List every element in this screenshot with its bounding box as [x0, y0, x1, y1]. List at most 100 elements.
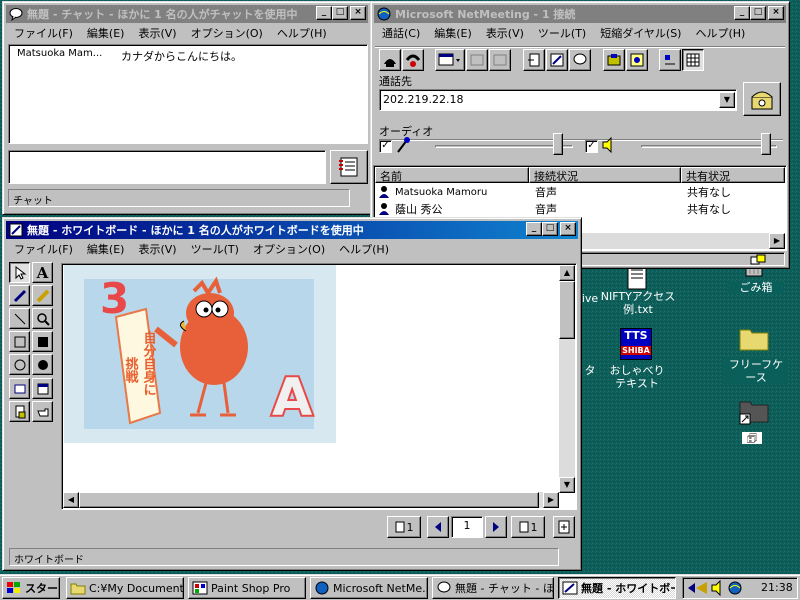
minimize-button[interactable]: _	[316, 6, 332, 20]
whiteboard-window[interactable]: 無題 - ホワイトボード - ほかに 1 名の人がホワイトボードを使用中 _ □…	[2, 217, 582, 571]
next-page-button[interactable]	[485, 516, 507, 538]
netmeeting-tray-icon[interactable]	[727, 580, 743, 596]
menu-call[interactable]: 通話(C)	[375, 25, 427, 41]
scroll-up-button[interactable]: ▲	[559, 265, 575, 281]
close-button[interactable]: ×	[560, 222, 576, 236]
table-row[interactable]: Matsuoka Mamoru 音声 共有なし	[375, 184, 785, 200]
maximize-button[interactable]: □	[332, 6, 348, 20]
chat-titlebar[interactable]: 無題 - チャット - ほかに 1 名の人がチャットを使用中	[6, 5, 368, 23]
menu-help[interactable]: ヘルプ(H)	[688, 25, 752, 41]
stop-share-button[interactable]	[489, 49, 511, 71]
chat-history[interactable]: Matsuoka Mam... カナダからこんにちは。	[8, 44, 368, 144]
select-window-tool[interactable]	[32, 378, 53, 399]
taskbar-item-chat[interactable]: 無題 - チャット - ほ...	[432, 577, 554, 599]
menu-help[interactable]: ヘルプ(H)	[332, 241, 396, 257]
close-button[interactable]: ×	[768, 6, 784, 20]
filled-rectangle-tool[interactable]	[32, 331, 53, 352]
whiteboard-button[interactable]	[546, 49, 568, 71]
pasted-drawing[interactable]: 3 自分自身に 挑戦 A	[64, 265, 336, 443]
desktop-icon-label[interactable]: ive	[580, 292, 600, 305]
horizontal-scrollbar[interactable]: ◀ ▶	[63, 492, 559, 508]
menu-tools[interactable]: ツール(T)	[184, 241, 246, 257]
zoom-tool[interactable]	[32, 308, 53, 329]
place-call-button[interactable]	[743, 82, 781, 116]
directory-button[interactable]	[603, 49, 625, 71]
desktop-icon-label[interactable]: 🗊	[742, 432, 762, 445]
first-page-button[interactable]: 1	[387, 516, 421, 538]
menu-help[interactable]: ヘルプ(H)	[270, 25, 334, 41]
minimize-button[interactable]: _	[526, 222, 542, 236]
menu-file[interactable]: ファイル(F)	[7, 25, 80, 41]
ellipse-tool[interactable]	[9, 354, 30, 375]
share-button[interactable]	[435, 49, 465, 71]
send-button[interactable]	[330, 150, 368, 184]
details-button[interactable]	[682, 49, 704, 71]
lock-contents-tool[interactable]	[9, 401, 30, 422]
column-header-share[interactable]: 共有状況	[681, 167, 785, 183]
close-button[interactable]: ×	[350, 6, 366, 20]
chat-button[interactable]	[569, 49, 591, 71]
menu-view[interactable]: 表示(V)	[131, 25, 183, 41]
scroll-right-button[interactable]: ▶	[543, 492, 559, 508]
volume-tray-icon[interactable]	[711, 580, 725, 596]
filled-ellipse-tool[interactable]	[32, 354, 53, 375]
maximize-button[interactable]: □	[750, 6, 766, 20]
select-tool[interactable]	[9, 262, 30, 283]
dropdown-button[interactable]: ▼	[719, 92, 735, 108]
desktop-icon-label[interactable]: タ	[580, 364, 600, 377]
highlighter-tool[interactable]	[32, 285, 53, 306]
rectangle-tool[interactable]	[9, 331, 30, 352]
maximize-button[interactable]: □	[542, 222, 558, 236]
scroll-left-button[interactable]: ◀	[63, 492, 79, 508]
menu-view[interactable]: 表示(V)	[479, 25, 531, 41]
page-number-input[interactable]: 1	[451, 516, 483, 538]
menu-edit[interactable]: 編集(E)	[80, 25, 132, 41]
mic-volume-slider[interactable]	[553, 133, 564, 155]
scroll-thumb[interactable]	[559, 281, 575, 339]
folder-shortcut-icon[interactable]	[738, 398, 770, 428]
column-header-status[interactable]: 接続状況	[529, 167, 681, 183]
line-tool[interactable]	[9, 308, 30, 329]
desktop-icon-label[interactable]: おしゃべりテキスト	[608, 364, 666, 390]
menu-options[interactable]: オプション(O)	[246, 241, 332, 257]
minimize-button[interactable]: _	[734, 6, 750, 20]
pen-tool[interactable]	[9, 285, 30, 306]
taskbar-item-whiteboard[interactable]: 無題 - ホワイトボー...	[558, 577, 676, 599]
last-page-button[interactable]: 1	[511, 516, 545, 538]
call-button[interactable]	[379, 49, 401, 71]
small-icons-button[interactable]	[659, 49, 681, 71]
select-area-tool[interactable]	[9, 378, 30, 399]
menu-options[interactable]: オプション(O)	[184, 25, 270, 41]
whiteboard-titlebar[interactable]: 無題 - ホワイトボード - ほかに 1 名の人がホワイトボードを使用中	[6, 221, 578, 239]
network-tray-icon[interactable]	[687, 580, 709, 596]
desktop-icon-label[interactable]: ごみ箱	[728, 281, 784, 294]
remote-pointer-tool[interactable]	[32, 401, 53, 422]
hangup-button[interactable]	[402, 49, 424, 71]
clock[interactable]: 21:38	[761, 581, 793, 594]
collaborate-button[interactable]	[466, 49, 488, 71]
whiteboard-canvas[interactable]: 3 自分自身に 挑戦 A ▲ ▼ ◀ ▶	[61, 263, 577, 510]
menu-edit[interactable]: 編集(E)	[80, 241, 132, 257]
table-row[interactable]: 蔭山 秀公 音声 共有なし	[375, 201, 785, 217]
insert-page-button[interactable]	[553, 516, 575, 538]
prev-page-button[interactable]	[427, 516, 449, 538]
desktop-icon-label[interactable]: フリーフケース	[724, 358, 788, 384]
call-address-combo[interactable]: 202.219.22.18 ▼	[379, 89, 737, 111]
menu-edit[interactable]: 編集(E)	[427, 25, 479, 41]
start-button[interactable]: スタート	[2, 577, 60, 599]
briefcase-icon[interactable]	[738, 324, 770, 352]
scroll-down-button[interactable]: ▼	[559, 477, 575, 493]
taskbar-item-netmeeting[interactable]: Microsoft NetMe...	[310, 577, 428, 599]
column-header-name[interactable]: 名前	[375, 167, 529, 183]
menu-view[interactable]: 表示(V)	[131, 241, 183, 257]
text-tool[interactable]: A	[32, 262, 53, 283]
speaker-volume-slider[interactable]	[761, 133, 772, 155]
menu-file[interactable]: ファイル(F)	[7, 241, 80, 257]
tts-app-icon[interactable]: TTS SHIBA	[620, 328, 652, 360]
vertical-scrollbar[interactable]: ▲ ▼	[559, 265, 575, 493]
taskbar-item-paint-shop-pro[interactable]: Paint Shop Pro	[188, 577, 306, 599]
chat-input[interactable]	[8, 150, 326, 184]
transfer-file-button[interactable]	[523, 49, 545, 71]
menu-speeddial[interactable]: 短縮ダイヤル(S)	[593, 25, 688, 41]
scroll-right-button[interactable]: ▶	[769, 233, 785, 249]
